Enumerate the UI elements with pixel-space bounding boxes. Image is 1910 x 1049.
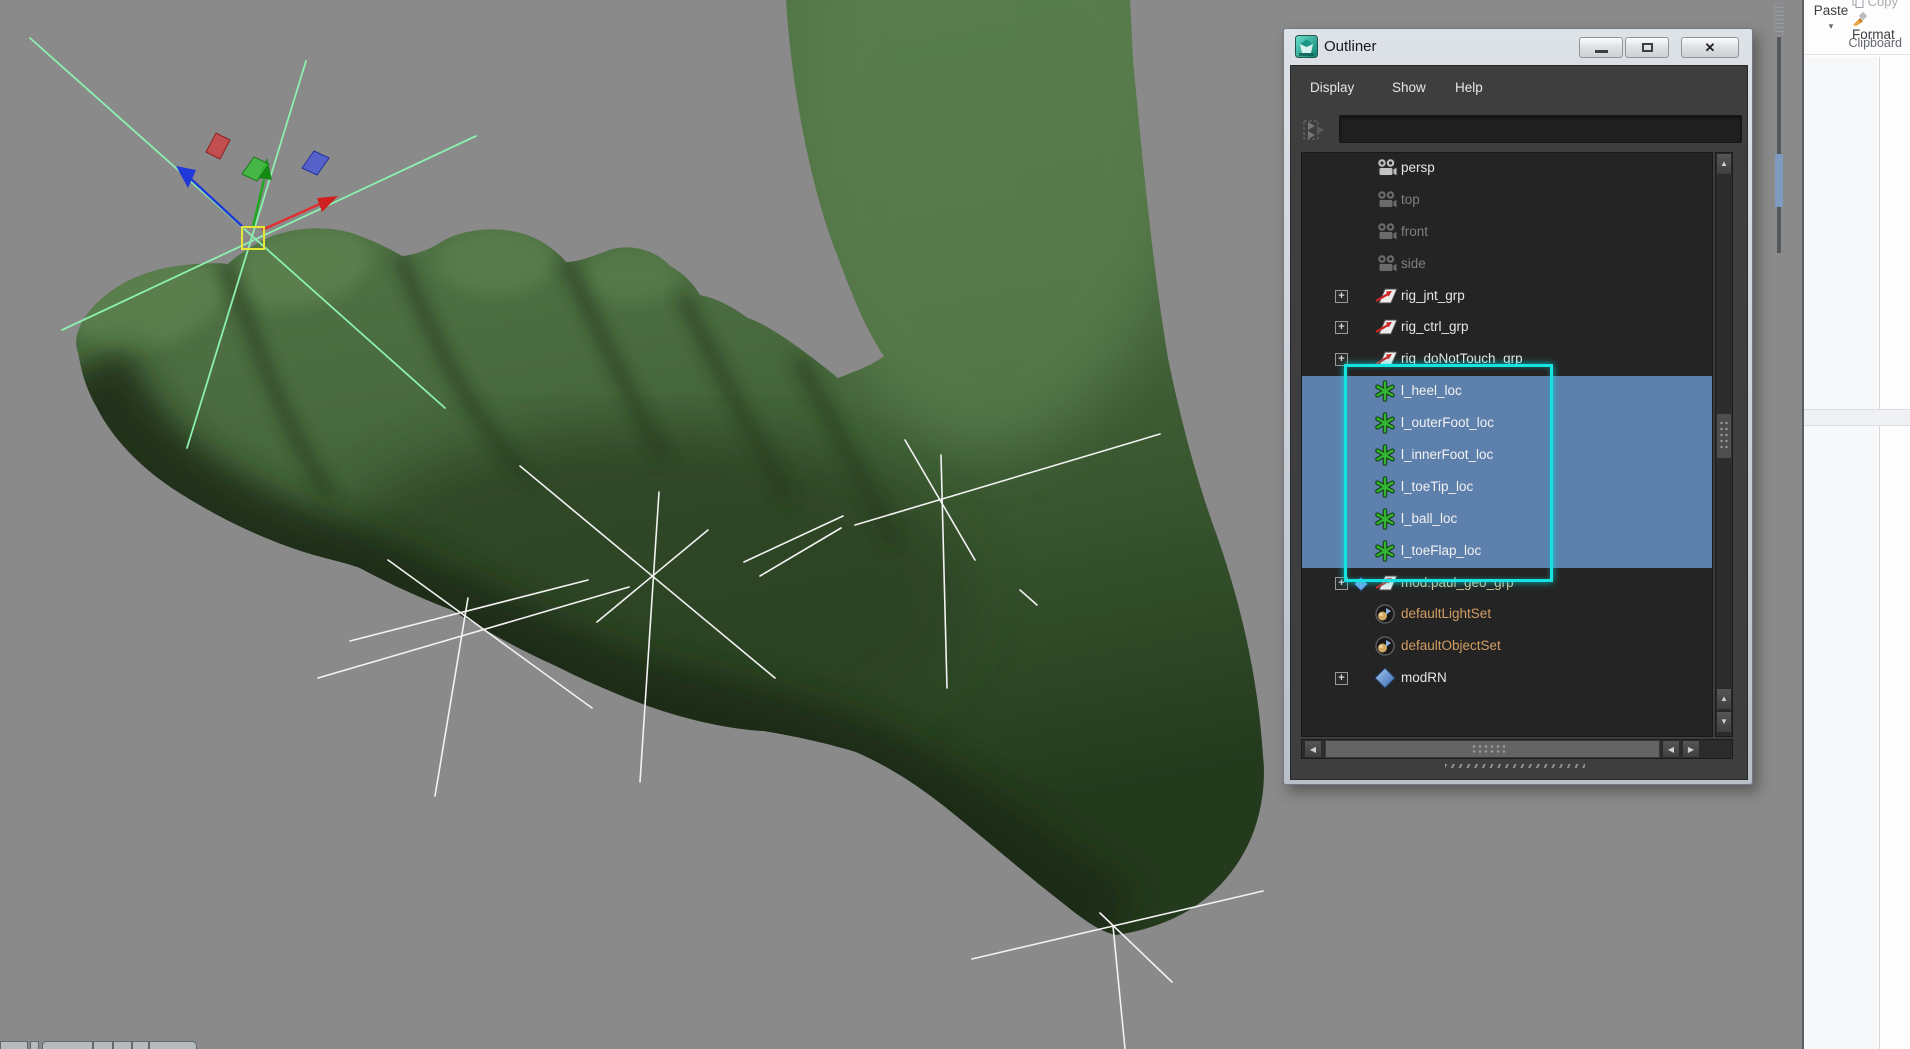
minimize-icon	[1594, 50, 1608, 53]
object-set-icon	[1374, 603, 1396, 630]
menu-show[interactable]: Show	[1392, 80, 1426, 95]
paste-label: Paste	[1813, 3, 1849, 18]
minimize-button[interactable]	[1579, 37, 1623, 58]
scroll-right-icon[interactable]: ▶	[1682, 740, 1700, 758]
office-ribbon-sliver: Copy Paste ▾ Format Clipboard	[1802, 0, 1910, 1049]
edge-scrollbar-track[interactable]	[1777, 37, 1781, 253]
selection-marquee	[1344, 364, 1553, 582]
office-pane-shade	[1804, 57, 1877, 1049]
toolbar-tab[interactable]	[0, 1041, 28, 1049]
scroll-down-icon[interactable]: ▼	[1716, 711, 1732, 733]
format-painter-icon	[1853, 11, 1868, 26]
node-label: defaultObjectSet	[1401, 638, 1501, 654]
toolbar-tab[interactable]	[149, 1041, 197, 1049]
toolbar-tab[interactable]	[93, 1041, 113, 1049]
edge-scrollbar-thumb[interactable]	[1774, 3, 1784, 36]
ribbon-divider	[1804, 54, 1910, 55]
outliner-search-row	[1291, 110, 1747, 150]
object-set-icon	[1374, 635, 1396, 662]
copy-button[interactable]: Copy	[1852, 0, 1898, 10]
menu-help[interactable]: Help	[1455, 80, 1483, 95]
node-label: persp	[1401, 160, 1435, 175]
horizontal-scroll-thumb[interactable]	[1325, 740, 1660, 758]
scroll-up-icon[interactable]: ▲	[1716, 688, 1732, 710]
maya-app-icon	[1295, 35, 1318, 58]
filter-icon[interactable]	[1301, 116, 1329, 149]
toolbar-tab[interactable]	[113, 1041, 132, 1049]
node-label: modRN	[1401, 670, 1447, 686]
node-label: rig_ctrl_grp	[1401, 319, 1469, 335]
toolbar-tab[interactable]	[42, 1041, 93, 1049]
node-label: top	[1401, 191, 1420, 207]
paste-button[interactable]: Paste ▾	[1813, 3, 1849, 33]
scroll-left-icon[interactable]: ◀	[1304, 740, 1322, 758]
paste-dropdown-icon[interactable]: ▾	[1813, 21, 1849, 32]
close-icon: ✕	[1704, 40, 1716, 55]
pane-divider	[1879, 57, 1880, 1049]
camera-icon	[1374, 157, 1398, 184]
maya-desktop: Outliner ✕ Display Show Help persp top f…	[0, 0, 1910, 1049]
toolbar-tab[interactable]	[132, 1041, 149, 1049]
node-label: defaultLightSet	[1401, 606, 1492, 622]
node-label: rig_jnt_grp	[1401, 287, 1465, 303]
maximize-button[interactable]	[1625, 37, 1669, 58]
clipboard-group-label: Clipboard	[1848, 36, 1902, 50]
expand-icon[interactable]: +	[1335, 672, 1348, 686]
copy-label: Copy	[1867, 0, 1898, 9]
tree-horizontal-scrollbar[interactable]: ◀ ◀ ▶	[1301, 739, 1733, 759]
scroll-left-icon[interactable]: ◀	[1662, 740, 1680, 758]
format-painter-button[interactable]: Format	[1852, 11, 1910, 42]
toolbar-tab[interactable]	[30, 1041, 39, 1049]
outliner-titlebar[interactable]: Outliner ✕	[1284, 29, 1752, 65]
transform-group-icon	[1374, 316, 1400, 343]
node-label: front	[1401, 223, 1429, 239]
expand-icon[interactable]: +	[1335, 289, 1348, 303]
tree-row-defaultobjectset[interactable]: defaultObjectSet	[1302, 631, 1712, 663]
tree-row-front[interactable]: front	[1302, 217, 1712, 249]
expand-icon[interactable]: +	[1335, 321, 1348, 335]
camera-icon	[1374, 253, 1398, 280]
resize-grip[interactable]	[1445, 764, 1585, 768]
tree-row-top[interactable]: top	[1302, 185, 1712, 217]
maximize-icon	[1641, 43, 1653, 52]
camera-icon	[1374, 221, 1398, 248]
pane-horizontal-band	[1804, 409, 1910, 426]
tree-row-defaultlightset[interactable]: defaultLightSet	[1302, 599, 1712, 631]
copy-icon	[1852, 0, 1864, 8]
reference-node-icon	[1374, 667, 1396, 694]
transform-group-icon	[1374, 285, 1400, 312]
tree-row-rig-ctrl-grp[interactable]: + rig_ctrl_grp	[1302, 312, 1712, 344]
vertical-scroll-thumb[interactable]	[1716, 413, 1732, 459]
edge-scrollbar[interactable]	[1774, 3, 1784, 255]
menu-display[interactable]: Display	[1310, 80, 1354, 95]
close-button[interactable]: ✕	[1681, 37, 1739, 58]
tree-row-persp[interactable]: persp	[1302, 153, 1712, 185]
tree-row-side[interactable]: side	[1302, 249, 1712, 281]
node-label: side	[1401, 255, 1426, 271]
search-input[interactable]	[1339, 115, 1742, 143]
tree-row-rig-jnt-grp[interactable]: + rig_jnt_grp	[1302, 281, 1712, 313]
edge-scrollbar-segment[interactable]	[1775, 154, 1783, 207]
tree-row-modrn[interactable]: + modRN	[1302, 663, 1712, 695]
tree-vertical-scrollbar[interactable]: ▲ ▲ ▼	[1715, 152, 1733, 737]
bottom-toolbar-sliver	[0, 1041, 210, 1049]
outliner-menubar: Display Show Help	[1291, 66, 1747, 110]
camera-icon	[1374, 189, 1398, 216]
scroll-up-icon[interactable]: ▲	[1716, 153, 1732, 175]
window-title: Outliner	[1324, 38, 1377, 55]
